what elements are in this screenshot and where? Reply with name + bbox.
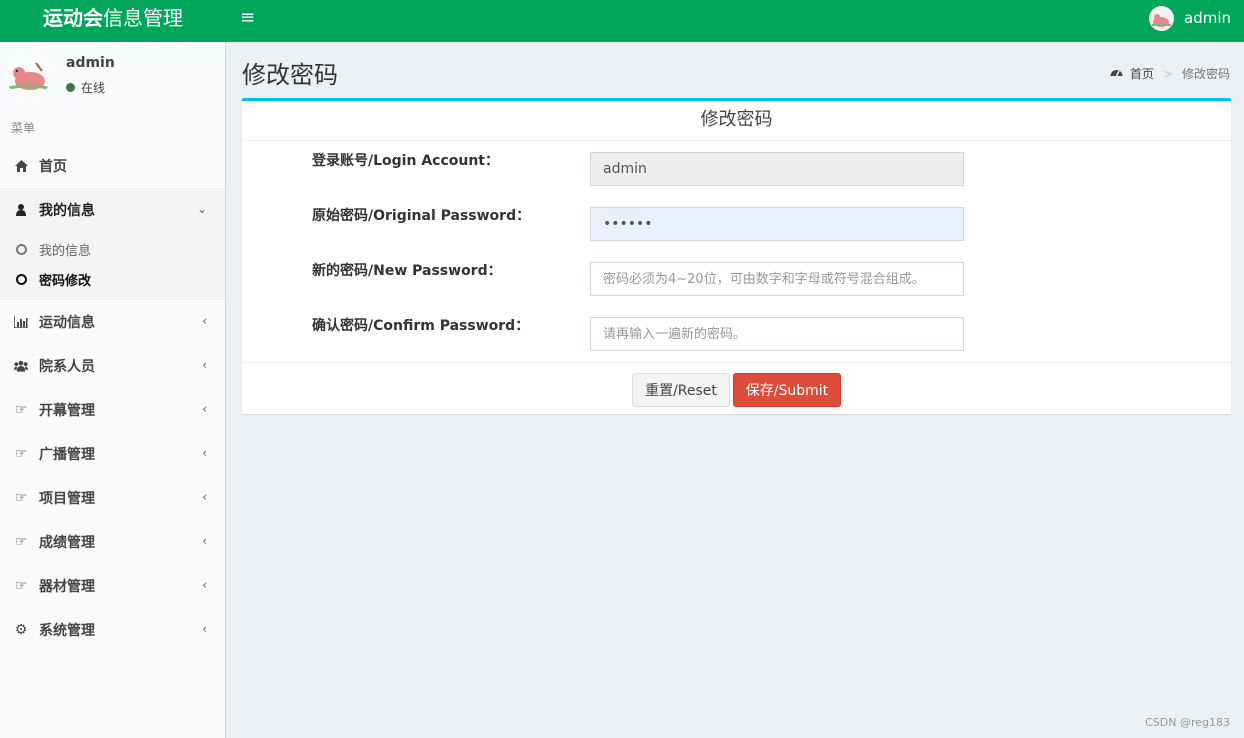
dashboard-icon <box>1110 67 1123 81</box>
brand-rest: 信息管理 <box>103 6 183 30</box>
submenu-item-change-password[interactable]: 密码修改 <box>0 264 225 294</box>
form-row-new-password: 新的密码/New Password： <box>242 262 1231 296</box>
submenu-item-label: 密码修改 <box>39 273 92 289</box>
box-footer-divider <box>242 362 1231 363</box>
change-password-box: 修改密码 登录账号/Login Account： 原始密码/Original P… <box>242 98 1231 414</box>
sidebar-item-label: 系统管理 <box>39 623 95 639</box>
brand-bold: 运动会 <box>43 6 103 30</box>
sidebar-item-label: 器材管理 <box>39 579 95 595</box>
submenu-item-label: 我的信息 <box>39 243 92 259</box>
breadcrumb-separator: > <box>1162 66 1173 81</box>
original-password-input[interactable] <box>590 207 964 241</box>
submenu-item-my-info[interactable]: 我的信息 <box>0 234 225 264</box>
thumbs-up-icon: ☞ <box>14 578 28 594</box>
sidebar-item-label: 院系人员 <box>39 359 95 375</box>
new-password-input[interactable] <box>590 262 964 296</box>
sidebar-item-broadcast[interactable]: ☞ 广播管理 ‹ <box>0 432 225 476</box>
home-icon <box>14 160 28 172</box>
circle-icon <box>16 243 27 255</box>
account-input <box>590 152 964 186</box>
thumbs-up-icon: ☞ <box>14 402 28 418</box>
sidebar-item-my-info[interactable]: 我的信息 ⌄ <box>0 188 225 232</box>
sidebar-item-sports-info[interactable]: 运动信息 ‹ <box>0 300 225 344</box>
watermark: CSDN @reg183 <box>1145 716 1230 729</box>
sidebar-item-label: 成绩管理 <box>39 535 95 551</box>
avatar <box>1149 5 1174 31</box>
page-title: 修改密码 <box>242 61 338 89</box>
menu-header: 菜单 <box>11 121 36 135</box>
breadcrumb: 首页 > 修改密码 <box>1110 65 1230 82</box>
sidebar-item-equipment[interactable]: ☞ 器材管理 ‹ <box>0 564 225 608</box>
sidebar-item-scores[interactable]: ☞ 成绩管理 ‹ <box>0 520 225 564</box>
chevron-left-icon: ‹ <box>202 358 207 372</box>
sidebar-item-label: 广播管理 <box>39 447 95 463</box>
sidebar-item-department[interactable]: 院系人员 ‹ <box>0 344 225 388</box>
confirm-password-input[interactable] <box>590 317 964 351</box>
sidebar-item-home[interactable]: 首页 <box>0 144 225 188</box>
breadcrumb-home-link[interactable]: 首页 <box>1130 65 1154 82</box>
box-title: 修改密码 <box>242 101 1231 141</box>
sidebar-item-label: 我的信息 <box>39 203 95 219</box>
online-status: 在线 <box>66 79 105 96</box>
brand-logo[interactable]: 运动会信息管理 <box>0 0 226 42</box>
hamburger-icon[interactable]: ≡ <box>240 8 255 28</box>
sidebar-menu: 首页 我的信息 ⌄ 我的信息 密码修改 运动信息 ‹ 院系人员 ‹ ☞ 开幕管理… <box>0 144 225 652</box>
users-icon <box>14 360 28 372</box>
sidebar-item-label: 项目管理 <box>39 491 95 507</box>
user-menu[interactable]: admin <box>1149 5 1231 31</box>
avatar <box>6 53 51 98</box>
chevron-left-icon: ‹ <box>202 314 207 328</box>
online-dot-icon <box>66 83 75 92</box>
sidebar-user-name: admin <box>66 55 115 71</box>
chevron-left-icon: ‹ <box>202 534 207 548</box>
thumbs-up-icon: ☞ <box>14 490 28 506</box>
sidebar-item-label: 首页 <box>39 159 67 175</box>
gear-icon: ⚙ <box>14 622 28 638</box>
form-row-original-password: 原始密码/Original Password： <box>242 207 1231 241</box>
submit-button[interactable]: 保存/Submit <box>733 373 841 407</box>
submenu-my-info: 我的信息 密码修改 <box>0 232 225 300</box>
sidebar: admin 在线 菜单 首页 我的信息 ⌄ 我的信息 密码修改 运动信息 ‹ 院… <box>0 42 226 738</box>
chevron-left-icon: ‹ <box>202 578 207 592</box>
status-text: 在线 <box>81 81 106 95</box>
thumbs-up-icon: ☞ <box>14 534 28 550</box>
confirm-password-label: 确认密码/Confirm Password： <box>312 318 530 334</box>
reset-button[interactable]: 重置/Reset <box>632 373 730 407</box>
original-password-label: 原始密码/Original Password： <box>312 208 531 224</box>
form-row-account: 登录账号/Login Account： <box>242 152 1231 186</box>
top-user-name: admin <box>1184 9 1231 27</box>
sidebar-item-label: 运动信息 <box>39 315 95 331</box>
chevron-left-icon: ‹ <box>202 446 207 460</box>
sidebar-item-opening[interactable]: ☞ 开幕管理 ‹ <box>0 388 225 432</box>
sidebar-item-events[interactable]: ☞ 项目管理 ‹ <box>0 476 225 520</box>
bar-chart-icon <box>14 316 28 328</box>
chevron-left-icon: ‹ <box>202 622 207 636</box>
user-icon <box>14 204 28 216</box>
thumbs-up-icon: ☞ <box>14 446 28 462</box>
chevron-down-icon: ⌄ <box>196 202 207 216</box>
top-navbar: 运动会信息管理 ≡ admin <box>0 0 1244 42</box>
chevron-left-icon: ‹ <box>202 490 207 504</box>
form-row-confirm-password: 确认密码/Confirm Password： <box>242 317 1231 351</box>
sidebar-item-label: 开幕管理 <box>39 403 95 419</box>
user-panel: admin 在线 <box>0 42 226 107</box>
sidebar-item-system[interactable]: ⚙ 系统管理 ‹ <box>0 608 225 652</box>
chevron-left-icon: ‹ <box>202 402 207 416</box>
new-password-label: 新的密码/New Password： <box>312 263 502 279</box>
circle-icon <box>16 273 27 285</box>
breadcrumb-current: 修改密码 <box>1181 67 1230 81</box>
account-label: 登录账号/Login Account： <box>312 153 499 169</box>
